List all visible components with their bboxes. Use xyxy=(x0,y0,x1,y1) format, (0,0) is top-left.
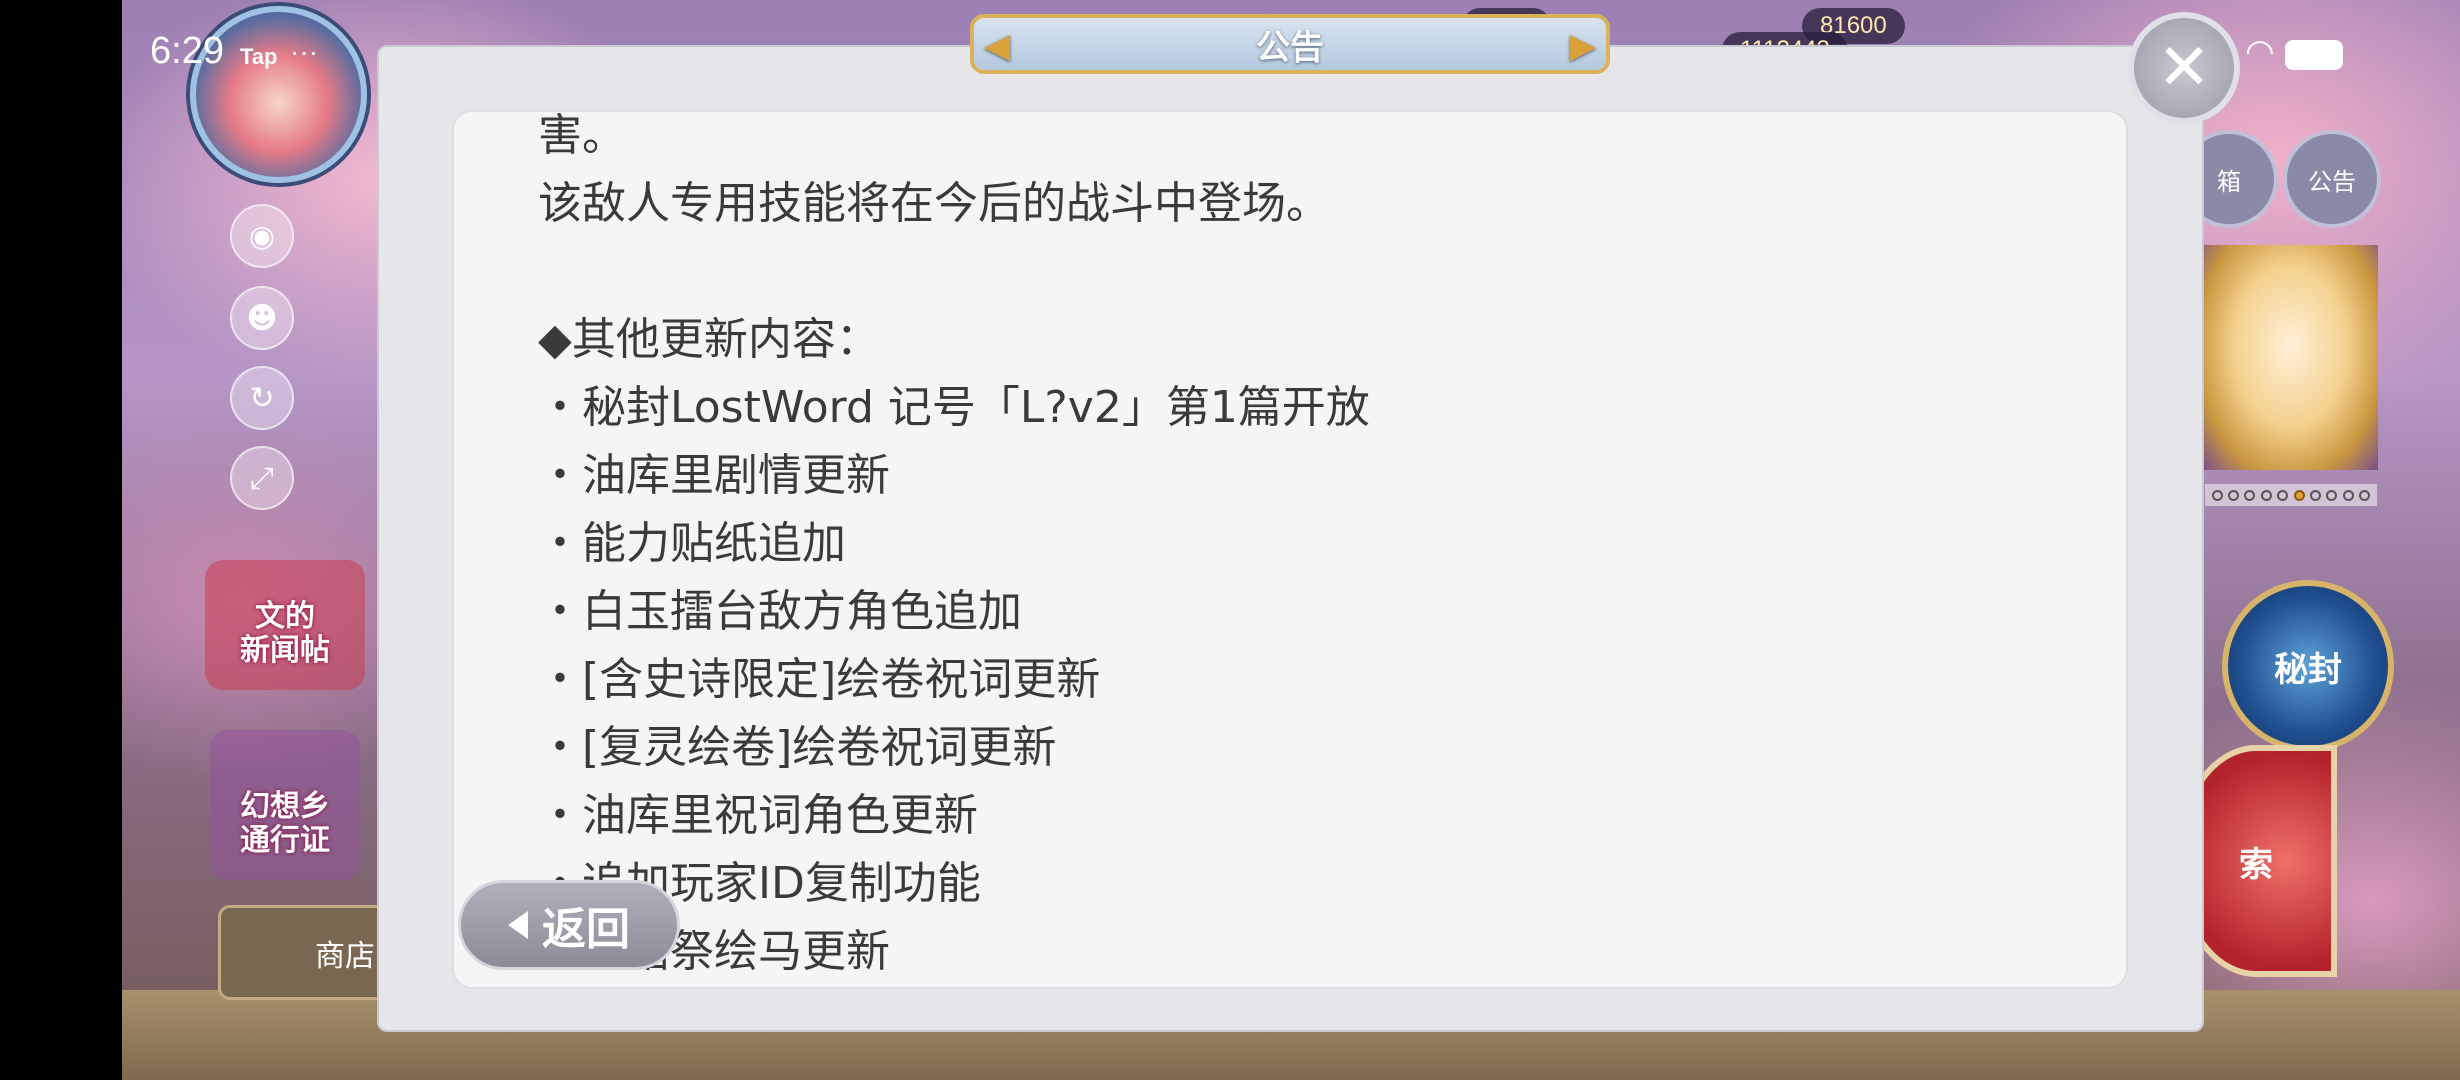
announcement-content[interactable]: 害。 该敌人专用技能将在今后的战斗中登场。 ◆其他更新内容： ・秘封LostWo… xyxy=(452,110,2128,989)
content-line: ・油库里剧情更新 xyxy=(538,450,890,501)
seal-button[interactable]: 秘封 xyxy=(2222,580,2394,752)
content-line: ・能力贴纸追加 xyxy=(538,518,846,569)
eye-icon[interactable]: ◉ xyxy=(230,204,294,268)
content-line: 该敌人专用技能将在今后的战斗中登场。 xyxy=(538,178,1330,229)
announcement-text: 害。 该敌人专用技能将在今后的战斗中登场。 ◆其他更新内容： ・秘封LostWo… xyxy=(538,110,2098,986)
banner-pagination xyxy=(2205,484,2377,506)
status-time: 6:29 xyxy=(150,30,224,72)
content-line: ・秘封LostWord 记号「L?v2」第1篇开放 xyxy=(538,382,1370,433)
dialog-title: 公告 xyxy=(1256,27,1324,68)
back-button[interactable]: 返回 xyxy=(458,880,680,970)
close-icon: ✕ xyxy=(2157,31,2211,105)
close-button[interactable]: ✕ xyxy=(2128,12,2240,124)
dialog-title-bar: ◀ 公告 ▶ xyxy=(970,14,1610,74)
content-line xyxy=(538,238,2098,306)
battery-icon xyxy=(2285,40,2343,70)
back-arrow-icon xyxy=(508,911,528,939)
content-line: ◆其他更新内容： xyxy=(538,314,880,365)
content-line: ・[复灵绘卷]绘卷祝词更新 xyxy=(538,722,1057,773)
content-line: ・油库里祝词角色更新 xyxy=(538,790,978,841)
content-line: ・白玉擂台敌方角色追加 xyxy=(538,586,1022,637)
more-icon: ··· xyxy=(290,36,318,67)
chevron-right-icon: ▶ xyxy=(1569,26,1596,66)
newspaper-event-badge[interactable]: 文的 新闻帖 xyxy=(205,560,365,690)
banner-portrait[interactable] xyxy=(2203,245,2378,470)
back-label: 返回 xyxy=(542,904,630,955)
content-line: ・追加玩家ID复制功能 xyxy=(538,858,981,909)
fullscreen-icon[interactable]: ⤢ xyxy=(230,446,294,510)
content-line: ・[含史诗限定]绘卷祝词更新 xyxy=(538,654,1101,705)
wifi-icon: ◠ xyxy=(2245,33,2275,71)
shop-button[interactable]: 商店 xyxy=(218,905,398,1000)
gensokyo-pass-badge[interactable]: 幻想乡 通行证 xyxy=(210,730,360,880)
app-tag-icon: Tap xyxy=(240,44,278,69)
ghost-icon[interactable]: ☻ xyxy=(230,286,294,350)
chevron-left-icon: ◀ xyxy=(984,26,1011,66)
content-line: 害。 xyxy=(538,110,626,161)
refresh-icon[interactable]: ↻ xyxy=(230,366,294,430)
content-line: ・物始祭绘马更新 xyxy=(538,926,890,977)
notice-button[interactable]: 公告 xyxy=(2283,130,2381,228)
